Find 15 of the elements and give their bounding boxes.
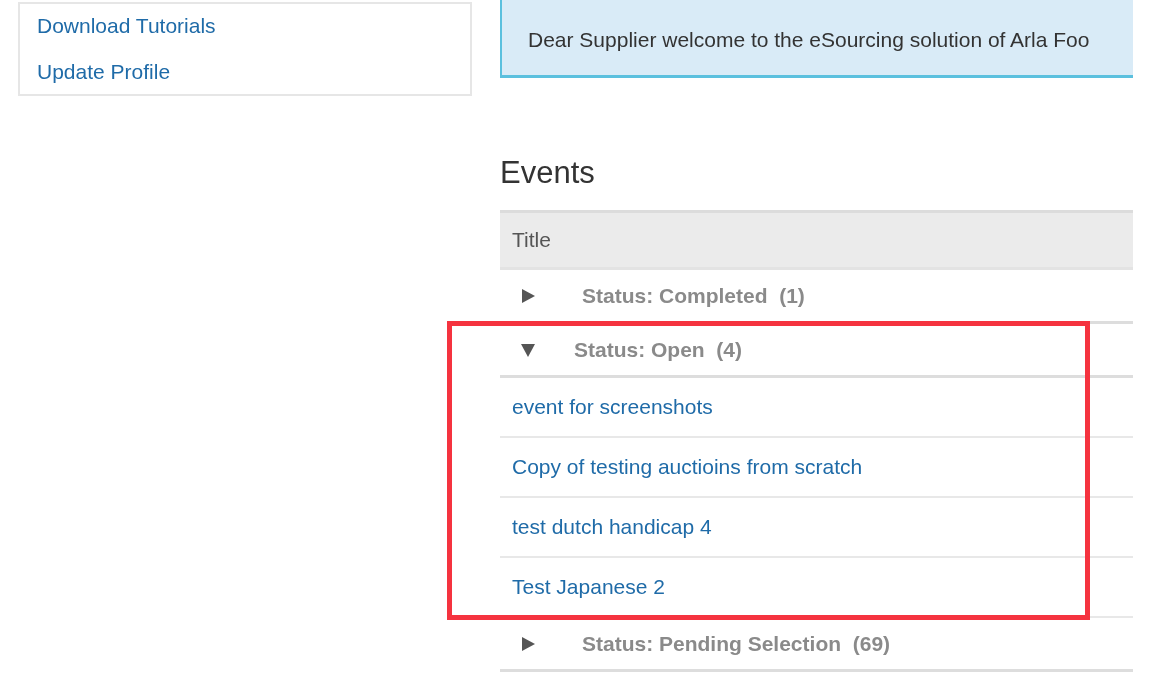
collapsed-caret-icon[interactable] [520,287,536,304]
event-link[interactable]: event for screenshots [512,395,713,419]
group-label: Status: Completed (1) [582,283,805,308]
event-link[interactable]: Copy of testing auctioins from scratch [512,455,863,479]
group-label: Status: Open (4) [574,337,742,362]
event-link[interactable]: test dutch handicap 4 [512,515,712,539]
collapsed-caret-icon[interactable] [520,635,536,652]
sidebar-link[interactable]: Download Tutorials [37,14,216,38]
event-link[interactable]: Test Japanese 2 [512,575,665,599]
sidebar-link[interactable]: Update Profile [37,60,171,84]
section-heading: Events [500,156,596,190]
group-label: Status: Pending Selection (69) [582,631,891,656]
welcome-notice: Dear Supplier welcome to the eSourcing solution of Arla Foo [500,0,1133,78]
column-header[interactable]: Title [512,228,551,252]
expanded-caret-icon[interactable] [520,341,536,358]
